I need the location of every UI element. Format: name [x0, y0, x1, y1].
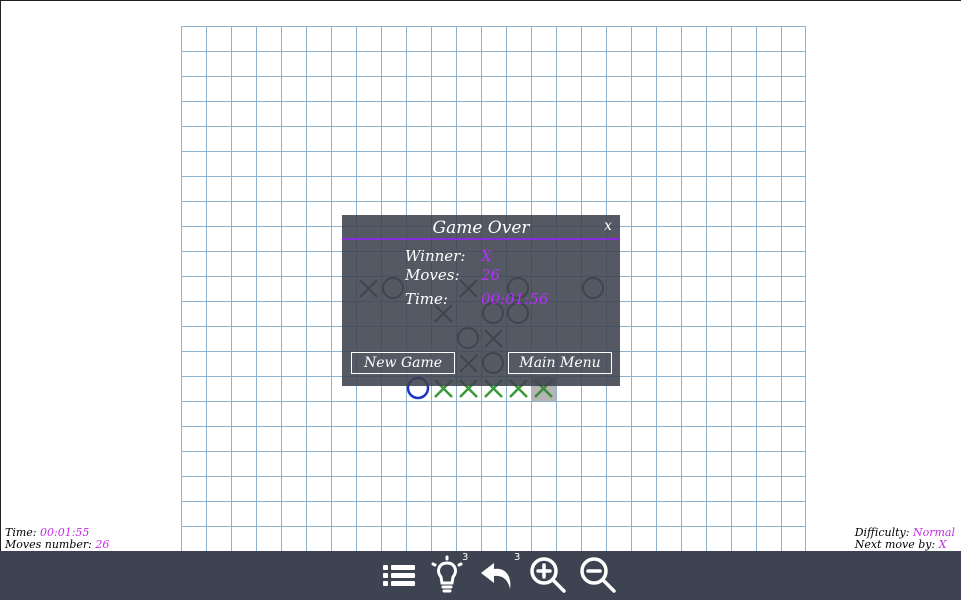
time-label: Time: — [405, 290, 448, 308]
new-game-button[interactable]: New Game — [351, 352, 455, 374]
time-value: 00:01:56 — [481, 290, 549, 308]
dialog-title: Game Over — [432, 218, 530, 238]
status-moves-label: Moves number: — [5, 538, 92, 551]
status-moves-value: 26 — [95, 538, 110, 551]
hint-count-badge: 3 — [462, 552, 469, 563]
winner-label: Winner: — [405, 247, 466, 265]
list-icon[interactable] — [380, 555, 420, 595]
next-move-label: Next move by: — [854, 538, 936, 551]
dialog-divider — [342, 238, 620, 240]
undo-icon[interactable] — [478, 555, 518, 595]
close-icon[interactable]: x — [604, 218, 612, 234]
frame-left-border — [0, 0, 1, 552]
winner-value: X — [481, 247, 492, 265]
status-right: Difficulty: Normal Next move by: X — [855, 527, 955, 551]
bottom-toolbar: 3 3 — [0, 551, 961, 600]
moves-row: Moves number: 26 — [5, 539, 109, 551]
moves-value: 26 — [481, 266, 501, 284]
undo-count-badge: 3 — [514, 552, 521, 563]
main-menu-button[interactable]: Main Menu — [508, 352, 612, 374]
game-over-dialog: Game Over x Winner: X Moves: 26 Time: 00… — [342, 215, 620, 386]
next-move-row: Next move by: X — [855, 539, 955, 551]
zoom-in-icon[interactable] — [528, 555, 568, 595]
zoom-out-icon[interactable] — [578, 555, 618, 595]
status-left: Time: 00:01:55 Moves number: 26 — [5, 527, 109, 551]
next-move-value: X — [938, 538, 947, 551]
moves-label: Moves: — [405, 266, 460, 284]
frame-top-border — [0, 0, 961, 1]
